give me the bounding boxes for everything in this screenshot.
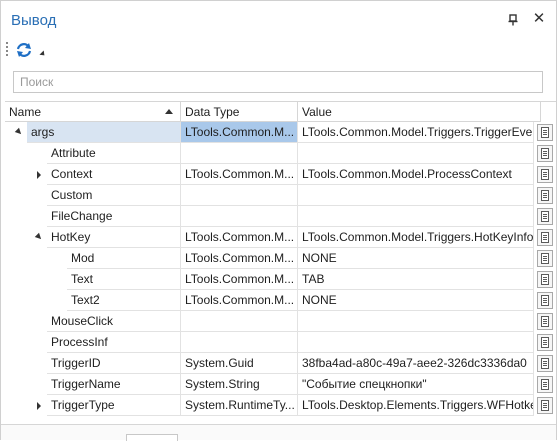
table-row[interactable]: TriggerName System.String "Событие спецкно… xyxy=(5,374,556,395)
table-row[interactable]: Context LTools.Common.M... LTools.Common.M… xyxy=(5,164,556,185)
cell-data-type: System.RuntimeTy... xyxy=(181,395,298,416)
toolbar-dropdown-icon[interactable] xyxy=(39,50,47,58)
cell-data-type: LTools.Common.M... xyxy=(181,122,298,143)
cell-name: Mod xyxy=(67,248,181,269)
bottom-tabbar xyxy=(1,424,556,440)
cell-name: Custom xyxy=(47,185,181,206)
cell-name: TriggerName xyxy=(47,374,181,395)
cell-value xyxy=(298,185,534,206)
cell-name: ProcessInf xyxy=(47,332,181,353)
cell-value xyxy=(298,332,534,353)
cell-data-type: LTools.Common.M... xyxy=(181,164,298,185)
cell-data-type: LTools.Common.M... xyxy=(181,269,298,290)
cell-data-type: System.String xyxy=(181,374,298,395)
refresh-icon[interactable] xyxy=(15,41,33,59)
cell-value: NONE xyxy=(298,248,534,269)
table-row[interactable]: Custom xyxy=(5,185,556,206)
cell-data-type xyxy=(181,185,298,206)
cell-value: LTools.Common.Model.Triggers.HotKeyInfo xyxy=(298,227,534,248)
sort-ascending-icon xyxy=(165,109,173,114)
toolbar-grip xyxy=(6,42,8,58)
cell-name: TriggerID xyxy=(47,353,181,374)
cell-value xyxy=(298,206,534,227)
cell-name: Text xyxy=(67,269,181,290)
close-icon[interactable]: ✕ xyxy=(532,11,546,27)
table-row[interactable]: Text LTools.Common.M... TAB xyxy=(5,269,556,290)
cell-data-type: LTools.Common.M... xyxy=(181,227,298,248)
cell-name: Text2 xyxy=(67,290,181,311)
table-row[interactable]: TriggerType System.RuntimeTy... LTools.Des… xyxy=(5,395,556,416)
cell-value: LTools.Desktop.Elements.Triggers.WFHotke… xyxy=(298,395,534,416)
cell-value xyxy=(298,311,534,332)
expand-icon[interactable] xyxy=(33,395,47,416)
column-header-name[interactable]: Name xyxy=(5,102,181,122)
table-row[interactable]: Text2 LTools.Common.M... NONE xyxy=(5,290,556,311)
cell-data-type: LTools.Common.M... xyxy=(181,290,298,311)
output-panel: Вывод ✕ Name Data Type Va xyxy=(0,0,557,441)
table-row[interactable]: Mod LTools.Common.M... NONE xyxy=(5,248,556,269)
search-input[interactable] xyxy=(14,72,542,92)
table-row[interactable]: ProcessInf xyxy=(5,332,556,353)
cell-data-type: System.Guid xyxy=(181,353,298,374)
cell-name: TriggerType xyxy=(47,395,181,416)
column-header-data-type-label: Data Type xyxy=(185,105,240,119)
cell-name: HotKey xyxy=(47,227,181,248)
cell-data-type xyxy=(181,311,298,332)
column-header-value-label: Value xyxy=(302,105,332,119)
cell-name: FileChange xyxy=(47,206,181,227)
table-row[interactable]: HotKey LTools.Common.M... LTools.Common.Mo… xyxy=(5,227,556,248)
cell-value: LTools.Common.Model.ProcessContext xyxy=(298,164,534,185)
cell-data-type: LTools.Common.M... xyxy=(181,248,298,269)
cell-name: Context xyxy=(47,164,181,185)
column-header-name-label: Name xyxy=(9,105,42,119)
pin-icon[interactable] xyxy=(507,14,519,26)
cell-name: args xyxy=(27,122,181,143)
table-row[interactable]: args LTools.Common.M... LTools.Common.Mode… xyxy=(5,122,556,143)
cell-data-type xyxy=(181,143,298,164)
column-header-data-type[interactable]: Data Type xyxy=(181,102,298,122)
property-grid: Name Data Type Value args LTools.Common.M… xyxy=(5,101,556,422)
cell-value: TAB xyxy=(298,269,534,290)
cell-value: LTools.Common.Model.Triggers.TriggerEven… xyxy=(298,122,534,143)
table-row[interactable]: Attribute xyxy=(5,143,556,164)
collapse-icon[interactable] xyxy=(33,227,47,248)
panel-title: Вывод xyxy=(11,12,57,29)
column-header-value[interactable]: Value xyxy=(298,102,541,122)
cell-value: NONE xyxy=(298,290,534,311)
collapse-icon[interactable] xyxy=(13,122,27,143)
search-box[interactable] xyxy=(13,71,543,93)
vertical-scrollbar[interactable] xyxy=(541,102,556,422)
cell-data-type xyxy=(181,206,298,227)
table-row[interactable]: FileChange xyxy=(5,206,556,227)
cell-value xyxy=(298,143,534,164)
cell-data-type xyxy=(181,332,298,353)
cell-name: MouseClick xyxy=(47,311,181,332)
cell-name: Attribute xyxy=(47,143,181,164)
cell-value: "Событие спецкнопки" xyxy=(298,374,534,395)
panel-titlebar: Вывод ✕ xyxy=(1,1,556,37)
table-row[interactable]: MouseClick xyxy=(5,311,556,332)
table-row[interactable]: TriggerID System.Guid 38fba4ad-a80c-49a7-a… xyxy=(5,353,556,374)
cell-value: 38fba4ad-a80c-49a7-aee2-326dc3336da0 xyxy=(298,353,534,374)
expand-icon[interactable] xyxy=(33,164,47,185)
